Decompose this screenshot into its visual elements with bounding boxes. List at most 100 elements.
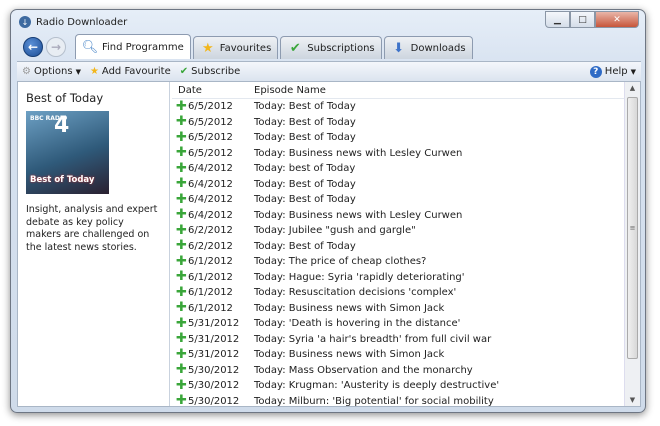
episode-row[interactable]: ✚ 6/4/2012 Today: best of Today bbox=[172, 161, 624, 177]
episode-date: 5/31/2012 bbox=[188, 318, 240, 330]
episode-date: 5/31/2012 bbox=[188, 349, 240, 361]
scroll-down-arrow-icon[interactable]: ▼ bbox=[625, 396, 640, 404]
episode-row[interactable]: ✚ 6/4/2012 Today: Best of Today bbox=[172, 177, 624, 193]
episode-date: 6/4/2012 bbox=[188, 163, 233, 175]
episode-row[interactable]: ✚ 6/1/2012 Today: Hague: Syria 'rapidly de… bbox=[172, 270, 624, 286]
programme-info-panel: Best of Today BBC RADIO 4 Best of Today … bbox=[18, 82, 170, 406]
programme-title: Best of Today bbox=[26, 91, 104, 105]
episode-row[interactable]: ✚ 6/5/2012 Today: Best of Today bbox=[172, 99, 624, 115]
add-icon: ✚ bbox=[176, 269, 187, 285]
episode-name: Today: Jubilee "gush and gargle" bbox=[254, 225, 416, 237]
down-arrow-icon: ⬇ bbox=[393, 40, 405, 56]
episode-name: Today: Business news with Simon Jack bbox=[254, 302, 445, 314]
episode-date: 6/2/2012 bbox=[188, 240, 233, 252]
window-title: Radio Downloader bbox=[36, 16, 128, 28]
episode-name: Today: Resuscitation decisions 'complex' bbox=[254, 287, 457, 299]
help-menu-button[interactable]: ? Help ▼ bbox=[589, 65, 636, 78]
episode-name: Today: Best of Today bbox=[254, 194, 356, 206]
subscribe-label: Subscribe bbox=[191, 66, 241, 77]
add-icon: ✚ bbox=[176, 222, 187, 238]
episode-date: 6/5/2012 bbox=[188, 101, 233, 113]
episode-date: 6/4/2012 bbox=[188, 194, 233, 206]
options-menu-button[interactable]: ⚙ Options ▼ bbox=[22, 66, 81, 77]
add-icon: ✚ bbox=[176, 207, 187, 223]
episode-name: Today: The price of cheap clothes? bbox=[254, 256, 427, 268]
maximize-button[interactable]: □ bbox=[570, 11, 595, 28]
art-caption: Best of Today bbox=[30, 175, 95, 185]
episode-name: Today: Hague: Syria 'rapidly deteriorati… bbox=[254, 271, 465, 283]
episode-row[interactable]: ✚ 5/30/2012 Today: Krugman: 'Austerity is … bbox=[172, 378, 624, 394]
episode-row[interactable]: ✚ 5/31/2012 Today: Syria 'a hair's breadth… bbox=[172, 332, 624, 348]
add-icon: ✚ bbox=[176, 284, 187, 300]
vertical-scrollbar[interactable]: ▲ ≡ ▼ bbox=[624, 82, 640, 406]
tab-label: Downloads bbox=[410, 42, 466, 54]
add-favourite-button[interactable]: ★ Add Favourite bbox=[90, 66, 171, 77]
programme-description: Insight, analysis and expert debate as k… bbox=[26, 204, 158, 253]
chevron-down-icon: ▼ bbox=[75, 67, 81, 76]
tab-subscriptions[interactable]: ✔ Subscriptions bbox=[280, 36, 382, 59]
art-number: 4 bbox=[54, 113, 70, 138]
column-header-date[interactable]: Date bbox=[172, 85, 254, 96]
episode-row[interactable]: ✚ 6/1/2012 Today: The price of cheap cloth… bbox=[172, 254, 624, 270]
episode-name: Today: Business news with Lesley Curwen bbox=[254, 147, 463, 159]
scrollbar-thumb[interactable]: ≡ bbox=[627, 97, 638, 359]
tab-favourites[interactable]: ★ Favourites bbox=[192, 36, 279, 59]
add-icon: ✚ bbox=[176, 362, 187, 378]
episode-row[interactable]: ✚ 6/5/2012 Today: Business news with Lesle… bbox=[172, 146, 624, 162]
episode-row[interactable]: ✚ 6/5/2012 Today: Best of Today bbox=[172, 115, 624, 131]
forward-button[interactable]: → bbox=[46, 37, 66, 57]
minimize-button[interactable]: ▁ bbox=[545, 11, 570, 28]
episode-name: Today: Business news with Simon Jack bbox=[254, 349, 445, 361]
tab-label: Subscriptions bbox=[307, 42, 375, 54]
episode-row[interactable]: ✚ 6/2/2012 Today: Best of Today bbox=[172, 239, 624, 255]
column-header-episode-name[interactable]: Episode Name bbox=[254, 85, 326, 96]
star-icon: ★ bbox=[89, 66, 99, 77]
add-icon: ✚ bbox=[176, 160, 187, 176]
episode-row[interactable]: ✚ 6/2/2012 Today: Jubilee "gush and gargle… bbox=[172, 223, 624, 239]
app-window: ↓ Radio Downloader ▁ □ ✕ ← → 🔍︎ Find Prog… bbox=[10, 9, 646, 413]
episode-row[interactable]: ✚ 6/4/2012 Today: Best of Today bbox=[172, 192, 624, 208]
tab-find-programme[interactable]: 🔍︎ Find Programme bbox=[75, 34, 191, 59]
add-icon: ✚ bbox=[176, 300, 187, 316]
check-icon: ✔ bbox=[289, 40, 301, 56]
episode-row[interactable]: ✚ 5/30/2012 Today: Mass Observation and th… bbox=[172, 363, 624, 379]
episode-name: Today: Best of Today bbox=[254, 240, 356, 252]
episode-row[interactable]: ✚ 5/31/2012 Today: 'Death is hovering in t… bbox=[172, 316, 624, 332]
programme-image: BBC RADIO 4 Best of Today bbox=[26, 111, 109, 194]
episode-date: 6/4/2012 bbox=[188, 178, 233, 190]
episode-row[interactable]: ✚ 6/5/2012 Today: Best of Today bbox=[172, 130, 624, 146]
add-icon: ✚ bbox=[176, 331, 187, 347]
episode-name: Today: Syria 'a hair's breadth' from ful… bbox=[254, 333, 492, 345]
add-icon: ✚ bbox=[176, 377, 187, 393]
add-icon: ✚ bbox=[176, 98, 187, 114]
episode-row[interactable]: ✚ 5/31/2012 Today: Business news with Simo… bbox=[172, 347, 624, 363]
episode-date: 6/5/2012 bbox=[188, 116, 233, 128]
gear-icon: ⚙ bbox=[22, 66, 31, 77]
add-icon: ✚ bbox=[176, 238, 187, 254]
add-icon: ✚ bbox=[176, 114, 187, 130]
add-icon: ✚ bbox=[176, 129, 187, 145]
subscribe-button[interactable]: ✔ Subscribe bbox=[180, 66, 241, 77]
toolbar: ⚙ Options ▼ ★ Add Favourite ✔ Subscribe ? Hel… bbox=[17, 61, 641, 81]
close-button[interactable]: ✕ bbox=[595, 11, 639, 28]
episode-date: 6/1/2012 bbox=[188, 271, 233, 283]
tab-downloads[interactable]: ⬇ Downloads bbox=[383, 36, 473, 59]
episode-date: 5/30/2012 bbox=[188, 395, 240, 406]
scroll-up-arrow-icon[interactable]: ▲ bbox=[625, 84, 640, 92]
episode-name: Today: Best of Today bbox=[254, 178, 356, 190]
help-icon: ? bbox=[589, 65, 602, 78]
add-icon: ✚ bbox=[176, 145, 187, 161]
episode-row[interactable]: ✚ 6/1/2012 Today: Resuscitation decisions … bbox=[172, 285, 624, 301]
episode-row[interactable]: ✚ 5/30/2012 Today: Milburn: 'Big potential… bbox=[172, 394, 624, 406]
episode-name: Today: Best of Today bbox=[254, 132, 356, 144]
tab-label: Favourites bbox=[219, 42, 272, 54]
episode-row[interactable]: ✚ 6/1/2012 Today: Business news with Simon… bbox=[172, 301, 624, 317]
episode-date: 5/30/2012 bbox=[188, 380, 240, 392]
episode-date: 5/31/2012 bbox=[188, 333, 240, 345]
back-button[interactable]: ← bbox=[23, 37, 43, 57]
search-icon: 🔍︎ bbox=[81, 39, 99, 55]
add-icon: ✚ bbox=[176, 346, 187, 362]
app-icon: ↓ bbox=[19, 16, 31, 28]
episode-date: 6/2/2012 bbox=[188, 225, 233, 237]
episode-row[interactable]: ✚ 6/4/2012 Today: Business news with Lesle… bbox=[172, 208, 624, 224]
